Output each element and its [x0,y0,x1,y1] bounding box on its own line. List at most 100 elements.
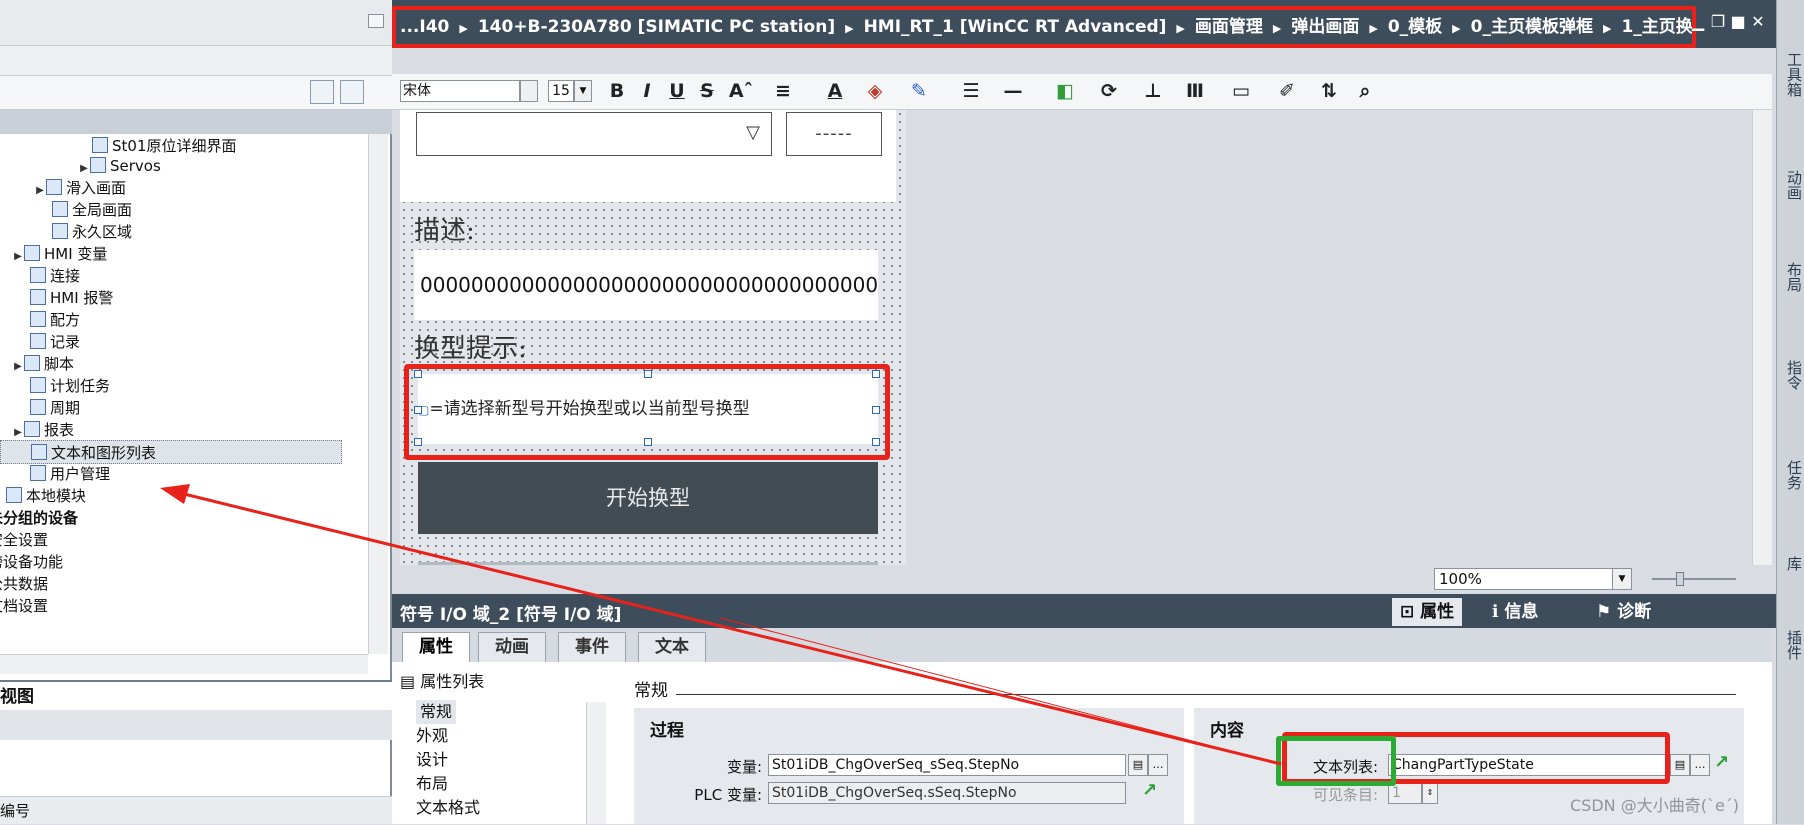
expand-arrow-icon[interactable]: ▶ [12,355,24,379]
tree-item[interactable]: 计划任务 [30,374,110,398]
tag-select-icon[interactable]: ▤ [1128,754,1148,776]
breadcrumb-item[interactable]: 画面管理 [1195,17,1263,37]
inspector-tab-properties[interactable]: ⊡ 属性 [1392,598,1463,626]
italic-button[interactable]: I [636,78,658,104]
property-list-item[interactable]: 常规 [416,700,457,724]
breadcrumb-item[interactable]: ...I40 [400,17,449,37]
chevron-down-icon[interactable]: ▼ [1612,568,1632,590]
expand-arrow-icon[interactable]: ▶ [12,245,24,269]
breadcrumb-item[interactable]: 0_模板 [1388,17,1442,37]
spinner-icon[interactable]: ⇕ [1422,782,1438,804]
tree-horizontal-scrollbar[interactable] [0,654,368,674]
tab-events[interactable]: 事件 [558,632,626,662]
task-card-toolbox[interactable]: 工具箱 [1778,52,1803,97]
task-card-libraries[interactable]: 库 [1778,556,1803,571]
view-toggle-icon[interactable] [310,80,334,104]
bold-button[interactable]: B [606,78,628,104]
export-icon[interactable] [340,80,364,104]
expand-arrow-icon[interactable]: ▶ [34,179,46,203]
tree-item[interactable]: ▶ Servos [78,154,161,178]
property-list-item[interactable]: 布局 [416,772,448,796]
line-style-icon[interactable]: ☰ [956,78,986,104]
breadcrumb-item[interactable]: 弹出画面 [1291,17,1359,37]
breadcrumb-item[interactable]: 0_主页模板弹框 [1471,17,1593,37]
project-tree-tab[interactable] [0,46,392,76]
breadcrumb-item[interactable]: 1_主页换型 [1621,17,1692,37]
format-painter-icon[interactable]: ✐ [1272,78,1302,104]
same-size-icon[interactable]: ▭ [1226,78,1256,104]
property-list-item[interactable]: 文本格式 [416,796,480,820]
line-color-icon[interactable]: ✎ [904,78,934,104]
font-color-icon[interactable]: A [820,78,850,104]
tree-item[interactable]: ▶ 滑入画面 [34,176,126,200]
tree-item[interactable]: 公共数据 [0,572,48,596]
tree-scrollbar[interactable] [368,134,388,654]
breadcrumb-item[interactable]: HMI_RT_1 [WinCC RT Advanced] [864,17,1167,37]
start-changeover-button[interactable]: 开始换型 [418,462,878,534]
line-width-icon[interactable]: — [998,78,1028,104]
zoom-slider-thumb[interactable] [1676,572,1684,586]
tree-item[interactable]: 未分组的设备 [0,506,78,530]
task-card-animations[interactable]: 动画 [1778,170,1803,200]
distribute-icon[interactable]: Ⅲ [1180,78,1210,104]
task-card-instructions[interactable]: 指令 [1778,360,1803,390]
canvas-scrollbar[interactable] [1752,110,1772,565]
underline-button[interactable]: U [666,78,688,104]
go-to-arrow-icon[interactable]: ↗ [1714,752,1729,773]
align-icon[interactable]: ≡ [768,78,798,104]
tree-item[interactable]: ▶ 报表 [12,418,74,442]
property-list-item[interactable]: 外观 [416,724,448,748]
tree-item[interactable]: 配方 [30,308,80,332]
task-card-addins[interactable]: 插件 [1778,630,1803,660]
maximize-icon[interactable]: ■ [1728,12,1748,31]
panel-layout-icon[interactable] [368,14,384,28]
inspector-tab-diagnostics[interactable]: ⚑ 诊断 [1588,598,1659,626]
tree-item[interactable]: 文档设置 [0,594,48,618]
strikethrough-button[interactable]: S [696,78,718,104]
tree-item-text-graphic-lists[interactable]: 文本和图形列表 [0,440,342,464]
task-card-layout[interactable]: 布局 [1778,262,1803,292]
tree-item[interactable]: 记录 [30,330,80,354]
tree-item[interactable]: 永久区域 [52,220,132,244]
ellipsis-button[interactable]: … [1690,754,1710,776]
tree-item[interactable]: HMI 报警 [30,286,113,310]
variable-field[interactable]: St01iDB_ChgOverSeq_sSeq.StepNo [768,754,1126,776]
fill-color-icon[interactable]: ◈ [860,78,890,104]
tab-animations[interactable]: 动画 [478,632,546,662]
font-size-select[interactable]: 15 [548,80,574,102]
layer-icon[interactable]: ⇅ [1314,78,1344,104]
tab-properties[interactable]: 属性 [402,632,470,662]
dropdown-triangle-icon[interactable]: ▽ [740,120,766,146]
go-to-arrow-icon[interactable]: ↗ [1142,780,1157,801]
tree-item[interactable]: 全局画面 [52,198,132,222]
io-field-output[interactable]: ----- [786,112,882,156]
align-objects-icon[interactable]: ⊥ [1138,78,1168,104]
breadcrumb-item[interactable]: 140+B-230A780 [SIMATIC PC station] [478,17,835,37]
tree-item[interactable]: 连接 [30,264,80,288]
zoom-icon[interactable]: ⌕ [1352,78,1378,104]
tree-item[interactable]: 用户管理 [30,462,110,486]
font-list-button[interactable] [520,80,538,102]
restore-icon[interactable]: ❐ [1708,12,1728,31]
rotate-icon[interactable]: ⟳ [1094,78,1124,104]
ellipsis-button[interactable]: … [1148,754,1168,776]
property-list-item[interactable]: 设计 [416,748,448,772]
tree-item[interactable]: 跨设备功能 [0,550,63,574]
tree-item[interactable]: 本地模块 [6,484,86,508]
tree-item[interactable]: 周期 [30,396,80,420]
font-family-select[interactable]: 宋体 [400,80,520,102]
text-size-icon[interactable]: Aˆ [726,78,756,104]
list-select-icon[interactable]: ▤ [1670,754,1690,776]
chevron-down-icon[interactable]: ▼ [574,80,592,102]
task-card-tasks[interactable]: 任务 [1778,460,1803,490]
zoom-select[interactable]: 100% [1434,568,1614,590]
tree-item[interactable]: ▶ HMI 变量 [12,242,107,266]
minimize-icon[interactable]: ▁ [1688,12,1708,31]
tree-item[interactable]: ▶ 脚本 [12,352,74,376]
inspector-tab-info[interactable]: ℹ 信息 [1484,598,1546,626]
tree-item[interactable]: 安全设置 [0,528,48,552]
close-icon[interactable]: ✕ [1748,12,1768,31]
property-list-scrollbar[interactable] [586,702,606,824]
description-field[interactable]: 0000000000000000000000000000000000000000… [414,250,878,320]
zoom-slider[interactable] [1652,578,1736,580]
